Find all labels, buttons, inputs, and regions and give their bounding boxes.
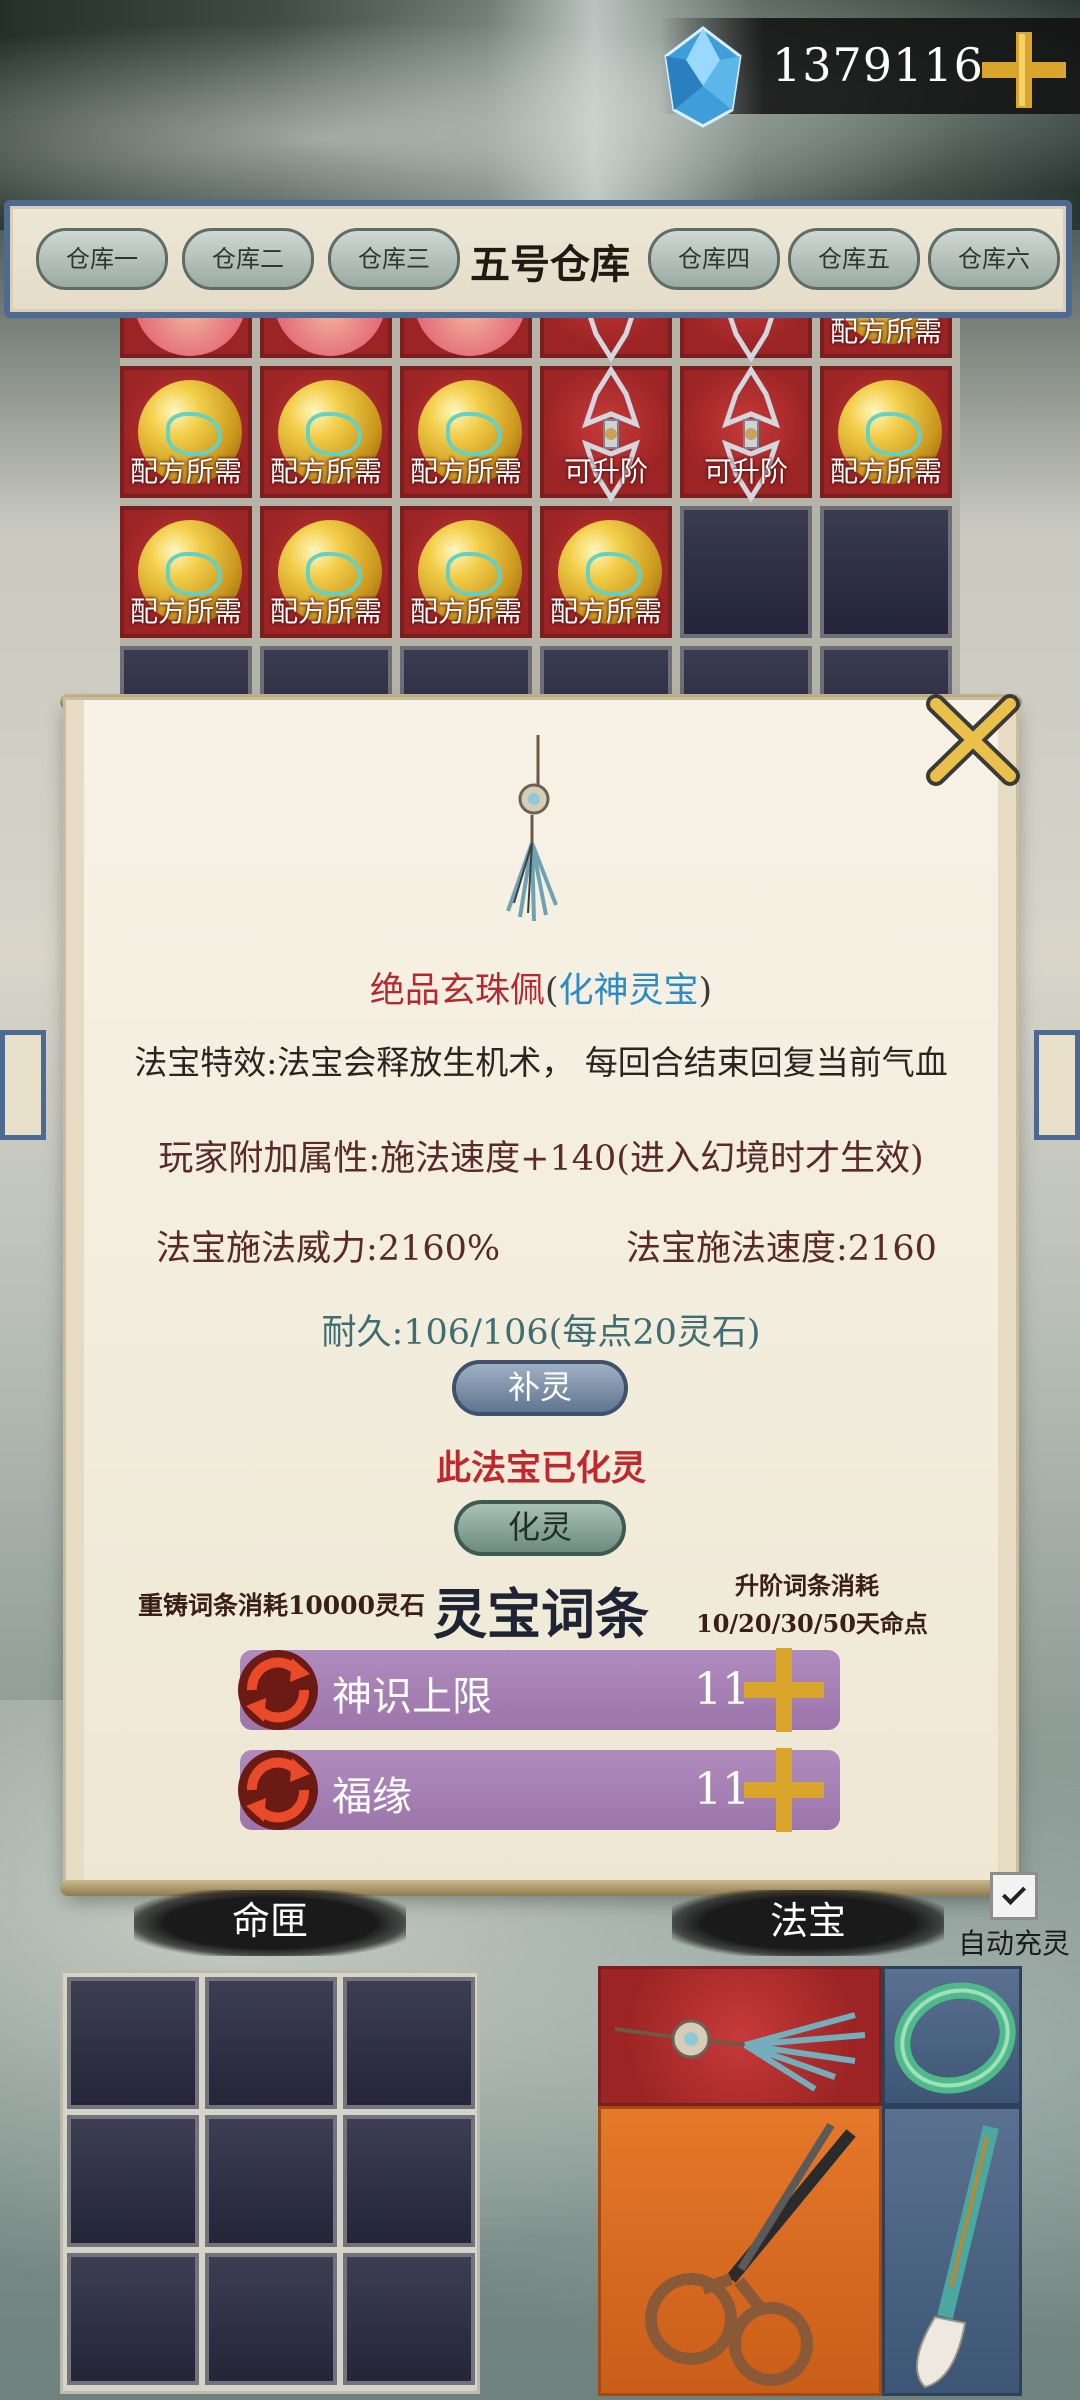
- jade-bracelet-icon: [894, 1982, 1016, 2094]
- upgrade-affix-plus-icon[interactable]: [740, 1744, 828, 1836]
- inventory-cell[interactable]: 配方所需: [540, 506, 672, 638]
- cell-label: 配方所需: [129, 455, 242, 488]
- refill-spirit-button[interactable]: 补灵: [452, 1360, 628, 1416]
- treasure-grid: [598, 1966, 1022, 2396]
- inventory-cell[interactable]: 配方所需: [260, 506, 392, 638]
- vajra-icon: [728, 318, 774, 363]
- cell-label: 配方所需: [829, 455, 942, 488]
- equipped-scissors-slot[interactable]: [598, 2106, 882, 2396]
- inventory-cell[interactable]: [540, 318, 672, 363]
- inventory-cell[interactable]: 配方所需: [400, 506, 532, 638]
- item-name-line: 绝品玄珠佩(化神灵宝): [66, 962, 1016, 1013]
- peach-item-icon: [274, 318, 386, 356]
- peach-item-icon: [414, 318, 526, 356]
- cell-label: 配方所需: [409, 595, 522, 628]
- item-type-close-paren: ): [698, 971, 713, 1011]
- box-header: 命匣: [134, 1890, 406, 1956]
- item-type: 化神灵宝: [558, 971, 699, 1011]
- inventory-cell[interactable]: [120, 318, 252, 358]
- currency-amount: 1379116: [772, 38, 984, 92]
- reroll-icon[interactable]: [232, 1744, 324, 1836]
- transform-spirit-button[interactable]: 化灵: [454, 1500, 626, 1556]
- cell-label: 配方所需: [269, 455, 382, 488]
- inventory-cell[interactable]: [680, 318, 812, 363]
- inventory-cell[interactable]: [260, 318, 392, 358]
- cell-label: 配方所需: [829, 318, 942, 348]
- item-effect: 法宝特效:法宝会释放生机术， 每回合结束回复当前气血: [134, 1043, 948, 1082]
- affix-row: 神识上限 11: [238, 1648, 840, 1732]
- vajra-icon: [588, 318, 634, 363]
- box-slot[interactable]: [67, 1977, 199, 2109]
- upgrade-cost-label: 升阶词条消耗: [735, 1571, 879, 1600]
- scissors-icon: [645, 2122, 856, 2386]
- box-slot[interactable]: [67, 2115, 199, 2247]
- cell-label: 可升阶: [703, 455, 788, 488]
- equipped-brush-slot[interactable]: [882, 2106, 1022, 2396]
- box-slot[interactable]: [205, 2253, 337, 2385]
- affix-row: 福缘 11: [238, 1748, 840, 1832]
- inventory-grid: 配方所需 配方所需 配方所需 配方所需 可升阶 可升阶 配方所需 配方所需 配方所需 配方所需 配方…: [120, 318, 960, 718]
- item-name: 绝品玄珠佩: [369, 971, 545, 1011]
- player-attribute: 玩家附加属性:施法速度+140(进入幻境时才生效): [158, 1139, 924, 1179]
- inventory-cell[interactable]: 配方所需: [120, 366, 252, 498]
- currency-bar: 1379116: [660, 18, 1080, 128]
- tab-warehouse-4[interactable]: 仓库四: [648, 228, 780, 290]
- box-slot[interactable]: [205, 1977, 337, 2109]
- box-slot[interactable]: [343, 2253, 475, 2385]
- cell-label: 可升阶: [563, 455, 648, 488]
- inventory-cell[interactable]: 配方所需: [260, 366, 392, 498]
- right-scroll-stub: [1034, 1030, 1080, 1140]
- equipped-bracelet-slot[interactable]: [882, 1966, 1022, 2106]
- inventory-cell[interactable]: 配方所需: [820, 318, 952, 358]
- tab-warehouse-2[interactable]: 仓库二: [182, 228, 314, 290]
- item-type-open-paren: (: [544, 971, 559, 1011]
- upgrade-cost-values: 10/20/30/50天命点: [696, 1609, 928, 1638]
- tab-warehouse-1[interactable]: 仓库一: [36, 228, 168, 290]
- inventory-cell[interactable]: [400, 318, 532, 358]
- tab-warehouse-3[interactable]: 仓库三: [328, 228, 460, 290]
- affix-name: 神识上限: [332, 1674, 492, 1720]
- inventory-cell[interactable]: 配方所需: [820, 366, 952, 498]
- box-slot[interactable]: [205, 2115, 337, 2247]
- auto-charge-checkbox[interactable]: [990, 1872, 1038, 1920]
- jade-pendant-icon: [614, 2012, 866, 2092]
- cast-power: 法宝施法威力:2160%: [156, 1229, 501, 1269]
- tab-warehouse-5[interactable]: 仓库五: [788, 228, 920, 290]
- calligraphy-brush-icon: [916, 2125, 999, 2389]
- cell-label: 配方所需: [129, 595, 242, 628]
- cell-label: 配方所需: [549, 595, 662, 628]
- inventory-cell[interactable]: 配方所需: [120, 506, 252, 638]
- close-icon[interactable]: [918, 690, 1028, 790]
- tab-warehouse-5-active[interactable]: 五号仓库: [465, 232, 635, 290]
- affix-name: 福缘: [332, 1774, 412, 1820]
- upgrade-affix-plus-icon[interactable]: [740, 1644, 828, 1736]
- box-slot[interactable]: [67, 2253, 199, 2385]
- box-slot[interactable]: [343, 1977, 475, 2109]
- inventory-cell[interactable]: 可升阶: [680, 365, 812, 503]
- inventory-cell[interactable]: [680, 506, 812, 638]
- inventory-cell[interactable]: 配方所需: [400, 366, 532, 498]
- spirit-status: 此法宝已化灵: [435, 1448, 646, 1489]
- reroll-icon[interactable]: [232, 1644, 324, 1736]
- checkmark-icon: [1001, 1880, 1027, 1906]
- auto-charge-label: 自动充灵: [958, 1927, 1071, 1960]
- box-slot[interactable]: [343, 2115, 475, 2247]
- inventory-cell[interactable]: 可升阶: [540, 365, 672, 503]
- treasure-header: 法宝: [672, 1890, 944, 1956]
- cell-label: 配方所需: [269, 595, 382, 628]
- blue-crystal-icon: [664, 26, 742, 128]
- cast-speed: 法宝施法速度:2160: [626, 1229, 937, 1269]
- jade-pendant-icon: [506, 735, 558, 922]
- left-scroll-stub: [0, 1030, 46, 1140]
- add-currency-button[interactable]: [978, 28, 1070, 112]
- tab-warehouse-6[interactable]: 仓库六: [928, 228, 1060, 290]
- box-grid: [60, 1970, 480, 2394]
- inventory-cell[interactable]: [820, 506, 952, 638]
- equipped-pendant-slot[interactable]: [598, 1966, 882, 2106]
- durability: 耐久:106/106(每点20灵石): [321, 1313, 761, 1353]
- warehouse-tab-bar: 仓库一 仓库二 仓库三 五号仓库 仓库四 仓库五 仓库六: [4, 200, 1072, 318]
- cell-label: 配方所需: [409, 455, 522, 488]
- peach-item-icon: [134, 318, 246, 356]
